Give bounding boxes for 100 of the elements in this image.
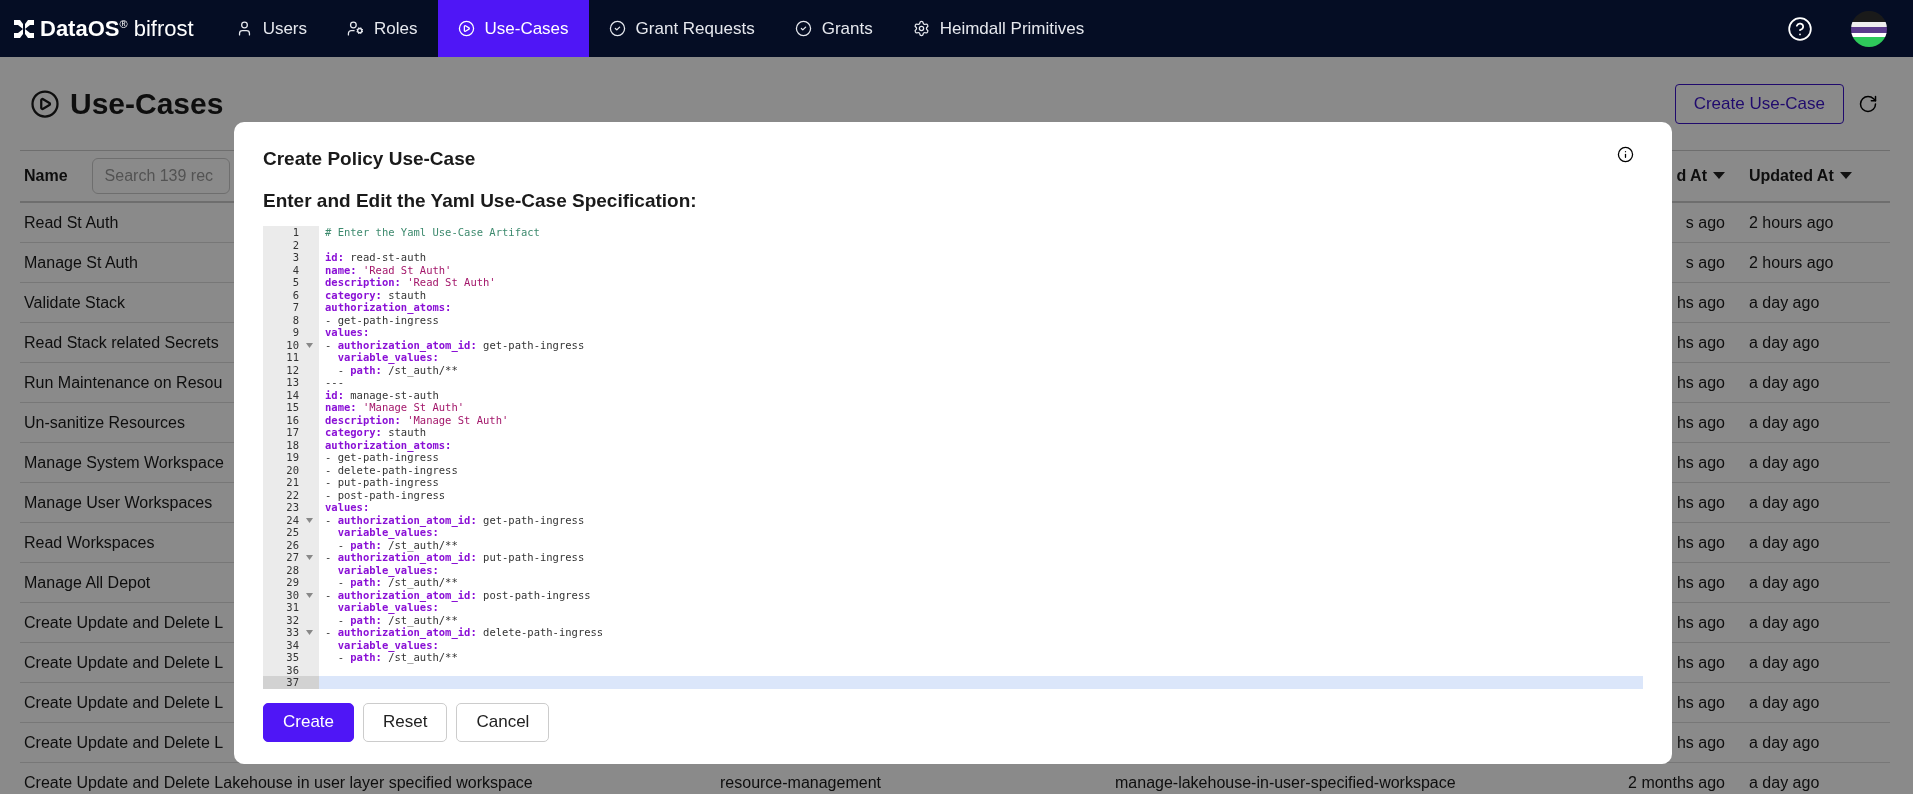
code-line: name: 'Read St Auth' xyxy=(324,263,452,276)
table-cell-text: hs ago xyxy=(1675,413,1726,432)
avatar[interactable] xyxy=(1851,10,1887,47)
nav-tab[interactable]: Grant Requests xyxy=(588,0,775,57)
line-number: 30 xyxy=(286,588,299,601)
code-line: variable_values: xyxy=(336,351,439,364)
line-number: 18 xyxy=(286,438,299,451)
check-circle-icon xyxy=(794,20,812,37)
code-line: values: xyxy=(324,326,370,339)
code-line: - authorization_atom_id: get-path-ingress xyxy=(324,338,585,351)
line-number: 31 xyxy=(286,601,299,614)
table-cell-text: s ago xyxy=(1684,213,1726,232)
logo-text: DataOS$^{®}$ bifrost xyxy=(40,15,194,42)
refresh-icon[interactable] xyxy=(1858,93,1878,114)
line-number: 1 xyxy=(292,226,299,239)
code-line: - path: /st_auth/** xyxy=(336,651,458,664)
code-line: - authorization_atom_id: get-path-ingress xyxy=(324,513,585,526)
table-cell-text: a day ago xyxy=(1748,373,1821,392)
info-icon[interactable] xyxy=(1617,146,1634,163)
dialog-button[interactable]: Reset xyxy=(363,702,448,742)
code-line: - get-path-ingress xyxy=(324,313,439,326)
table-cell-text: manage-lakehouse-in-user-specified-workspace xyxy=(1114,773,1457,792)
line-number: 33 xyxy=(286,626,299,639)
check-circle-icon xyxy=(608,20,626,37)
fold-caret-icon[interactable] xyxy=(306,592,313,598)
table-cell-text: a day ago xyxy=(1748,773,1821,792)
table-cell-text: Manage St Auth xyxy=(23,253,139,272)
code-line: - path: /st_auth/** xyxy=(336,363,458,376)
line-number: 34 xyxy=(286,638,299,651)
line-number: 27 xyxy=(286,551,299,564)
code-line: variable_values: xyxy=(336,563,439,576)
fold-caret-icon[interactable] xyxy=(306,555,313,560)
table-cell-text: Read Workspaces xyxy=(23,533,156,552)
line-number: 37 xyxy=(286,676,299,689)
nav-tab[interactable]: Heimdall Primitives xyxy=(892,0,1105,57)
line-number: 15 xyxy=(286,401,299,414)
line-number: 7 xyxy=(292,301,299,314)
user-gear-icon xyxy=(347,20,365,37)
line-number: 2 xyxy=(292,238,299,251)
code-line: - authorization_atom_id: post-path-ingress xyxy=(324,588,591,601)
dialog-button[interactable]: Create xyxy=(263,702,355,742)
code-line: # Enter the Yaml Use-Case Artifact xyxy=(324,226,540,239)
column-header: Name xyxy=(23,167,69,185)
nav-tab[interactable]: Roles xyxy=(327,0,438,57)
code-line: values: xyxy=(324,501,370,514)
line-number: 3 xyxy=(292,251,299,264)
table-cell-text: Create Update and Delete L xyxy=(23,693,225,712)
nav-tab[interactable]: Users xyxy=(215,0,328,57)
code-line: - path: /st_auth/** xyxy=(336,613,458,626)
nav-tab[interactable]: Grants xyxy=(774,0,893,57)
code-line: id: read-st-auth xyxy=(324,251,427,264)
table-cell-text: 2 hours ago xyxy=(1748,253,1835,272)
code-line: - path: /st_auth/** xyxy=(336,538,458,551)
table-cell-text: hs ago xyxy=(1675,293,1726,312)
table-cell-text: a day ago xyxy=(1748,413,1821,432)
line-number: 21 xyxy=(286,476,299,489)
line-number: 26 xyxy=(286,538,299,551)
gear-icon xyxy=(912,20,930,37)
sort-caret-icon[interactable] xyxy=(1839,172,1852,180)
table-cell-text: a day ago xyxy=(1748,693,1821,712)
fold-caret-icon[interactable] xyxy=(306,517,313,523)
line-number: 4 xyxy=(292,263,299,276)
help-icon[interactable] xyxy=(1787,15,1813,42)
fold-caret-icon[interactable] xyxy=(306,342,313,348)
table-cell-text: a day ago xyxy=(1748,533,1821,552)
code-line: - authorization_atom_id: put-path-ingress xyxy=(324,551,585,564)
table-cell-text: hs ago xyxy=(1675,453,1726,472)
table-cell-text: Manage All Depot xyxy=(23,573,152,592)
table-cell-text: a day ago xyxy=(1748,493,1821,512)
line-number: 19 xyxy=(286,451,299,464)
line-number: 23 xyxy=(286,501,299,514)
line-number: 36 xyxy=(286,663,299,676)
table-cell-text: a day ago xyxy=(1748,333,1821,352)
line-number: 29 xyxy=(286,576,299,589)
column-header[interactable]: d At xyxy=(1672,167,1729,185)
table-cell-text: Read St Auth xyxy=(23,213,120,232)
line-number: 9 xyxy=(292,326,299,339)
line-number: 11 xyxy=(286,351,299,364)
code-line: name: 'Manage St Auth' xyxy=(324,401,465,414)
dialog-button[interactable]: Cancel xyxy=(456,702,550,742)
table-cell-text: Read Stack related Secrets xyxy=(23,333,220,352)
line-number: 6 xyxy=(292,288,299,301)
table-cell-text: Create Update and Delete L xyxy=(23,653,225,672)
table-cell-text: a day ago xyxy=(1748,573,1821,592)
table-cell-text: Run Maintenance on Resou xyxy=(23,373,224,392)
code-line: - delete-path-ingress xyxy=(324,463,458,476)
create-use-case-button[interactable]: Create Use-Case xyxy=(1674,83,1844,124)
code-line: description: 'Read St Auth' xyxy=(324,276,496,289)
line-number: 24 xyxy=(286,513,299,526)
line-number: 16 xyxy=(286,413,299,426)
column-header[interactable]: Updated At xyxy=(1729,167,1887,185)
code-line: --- xyxy=(324,376,344,389)
fold-caret-icon[interactable] xyxy=(306,630,313,635)
nav-tab[interactable]: Use-Cases xyxy=(437,0,589,57)
code-line: - path: /st_auth/** xyxy=(336,576,458,589)
line-number: 35 xyxy=(286,651,299,664)
code-line: id: manage-st-auth xyxy=(324,388,439,401)
table-cell-text: Un-sanitize Resources xyxy=(23,413,186,432)
code-line: category: stauth xyxy=(324,426,427,439)
sort-caret-icon[interactable] xyxy=(1713,172,1725,180)
